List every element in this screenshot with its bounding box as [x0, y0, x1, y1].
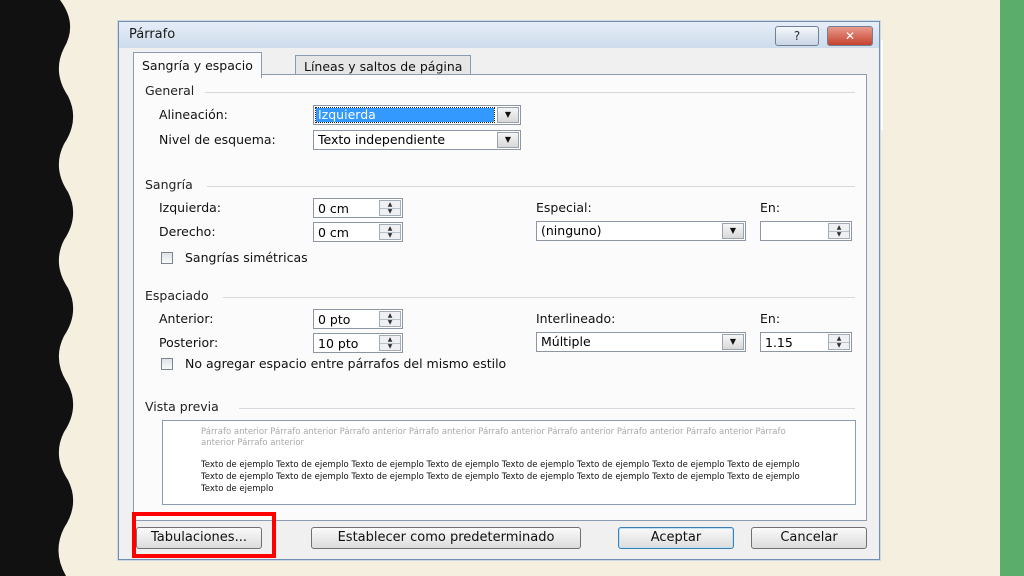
tabs-button[interactable]: Tabulaciones... — [136, 527, 262, 549]
spacing-after-spinner[interactable]: 10 pto ▲ ▼ — [313, 333, 403, 353]
spinner-down-icon[interactable]: ▼ — [380, 208, 400, 215]
indent-left-value: 0 cm — [318, 201, 349, 216]
alignment-select[interactable]: Izquierda ▼ — [313, 105, 521, 125]
tabs-button-label: Tabulaciones... — [151, 530, 247, 545]
spinner-down-icon[interactable]: ▼ — [380, 343, 400, 350]
mirror-indents-label: Sangrías simétricas — [185, 250, 308, 265]
no-space-same-style-label: No agregar espacio entre párrafos del mi… — [185, 356, 507, 371]
alignment-value: Izquierda — [315, 107, 495, 123]
indent-by-label: En: — [760, 200, 781, 215]
spinner-buttons[interactable]: ▲ ▼ — [379, 335, 401, 351]
indent-by-spinner[interactable]: ▲ ▼ — [760, 221, 852, 241]
paragraph-preview: Párrafo anterior Párrafo anterior Párraf… — [162, 420, 856, 505]
set-as-default-button[interactable]: Establecer como predeterminado — [311, 527, 581, 549]
close-button[interactable]: ✕ — [827, 26, 873, 46]
line-spacing-at-value: 1.15 — [765, 335, 793, 350]
outline-level-label: Nivel de esquema: — [159, 132, 276, 147]
paragraph-dialog: Párrafo ? ✕ Sangría y espacio Líneas y s… — [118, 21, 880, 560]
spinner-down-icon[interactable]: ▼ — [380, 232, 400, 239]
special-indent-label: Especial: — [536, 200, 592, 215]
special-indent-value: (ninguno) — [541, 223, 602, 238]
mirror-indents-checkbox[interactable] — [161, 252, 173, 264]
preview-previous-paragraph: Párrafo anterior Párrafo anterior Párraf… — [201, 427, 786, 448]
line-spacing-at-label: En: — [760, 311, 781, 326]
chevron-down-icon[interactable]: ▼ — [497, 107, 519, 123]
spinner-buttons[interactable]: ▲ ▼ — [379, 224, 401, 240]
alignment-label: Alineación: — [159, 107, 228, 122]
dialog-title: Párrafo — [129, 27, 176, 42]
cancel-button-label: Cancelar — [780, 530, 838, 545]
ok-button-label: Aceptar — [650, 530, 702, 545]
indent-left-label: Izquierda: — [159, 200, 221, 215]
section-divider — [223, 297, 855, 298]
indent-right-value: 0 cm — [318, 225, 349, 240]
spacing-before-label: Anterior: — [159, 311, 214, 326]
line-spacing-at-spinner[interactable]: 1.15 ▲ ▼ — [760, 332, 852, 352]
indent-right-label: Derecho: — [159, 224, 216, 239]
spinner-buttons[interactable]: ▲ ▼ — [379, 311, 401, 327]
spinner-down-icon[interactable]: ▼ — [829, 231, 849, 238]
indent-section-title: Sangría — [145, 177, 193, 192]
spacing-before-spinner[interactable]: 0 pto ▲ ▼ — [313, 309, 403, 329]
line-spacing-value: Múltiple — [541, 334, 591, 349]
torn-paper-edge — [0, 0, 74, 576]
indent-left-spinner[interactable]: 0 cm ▲ ▼ — [313, 198, 403, 218]
spinner-down-icon[interactable]: ▼ — [380, 319, 400, 326]
cancel-button[interactable]: Cancelar — [751, 527, 867, 549]
chevron-down-icon[interactable]: ▼ — [722, 223, 744, 239]
section-divider — [239, 408, 855, 409]
green-side-band — [1000, 0, 1024, 576]
ok-button[interactable]: Aceptar — [618, 527, 734, 549]
outline-level-select[interactable]: Texto independiente ▼ — [313, 130, 521, 150]
line-spacing-select[interactable]: Múltiple ▼ — [536, 332, 746, 352]
spacing-section-title: Espaciado — [145, 288, 209, 303]
section-divider — [207, 186, 855, 187]
section-divider — [205, 92, 855, 93]
spacing-after-label: Posterior: — [159, 335, 219, 350]
spacing-before-value: 0 pto — [318, 312, 351, 327]
spinner-buttons[interactable]: ▲ ▼ — [379, 200, 401, 216]
chevron-down-icon[interactable]: ▼ — [497, 132, 519, 148]
line-spacing-label: Interlineado: — [536, 311, 616, 326]
indent-right-spinner[interactable]: 0 cm ▲ ▼ — [313, 222, 403, 242]
preview-sample-text: Texto de ejemplo Texto de ejemplo Texto … — [201, 460, 800, 494]
set-as-default-label: Establecer como predeterminado — [337, 530, 555, 545]
question-icon: ? — [793, 29, 801, 43]
chevron-down-icon[interactable]: ▼ — [722, 334, 744, 350]
dialog-titlebar: Párrafo ? ✕ — [119, 22, 879, 48]
tab-indent-spacing[interactable]: Sangría y espacio — [133, 52, 262, 78]
tab-label: Sangría y espacio — [142, 58, 253, 73]
help-button[interactable]: ? — [775, 26, 819, 46]
close-icon: ✕ — [844, 29, 856, 43]
spinner-buttons[interactable]: ▲ ▼ — [828, 334, 850, 350]
spinner-buttons[interactable]: ▲ ▼ — [828, 223, 850, 239]
special-indent-select[interactable]: (ninguno) ▼ — [536, 221, 746, 241]
tab-label: Líneas y saltos de página — [304, 59, 463, 74]
outline-level-value: Texto independiente — [318, 132, 446, 147]
spacing-after-value: 10 pto — [318, 336, 359, 351]
preview-section-title: Vista previa — [145, 399, 219, 414]
spinner-down-icon[interactable]: ▼ — [829, 342, 849, 349]
general-section-title: General — [145, 83, 195, 98]
no-space-same-style-checkbox[interactable] — [161, 358, 173, 370]
